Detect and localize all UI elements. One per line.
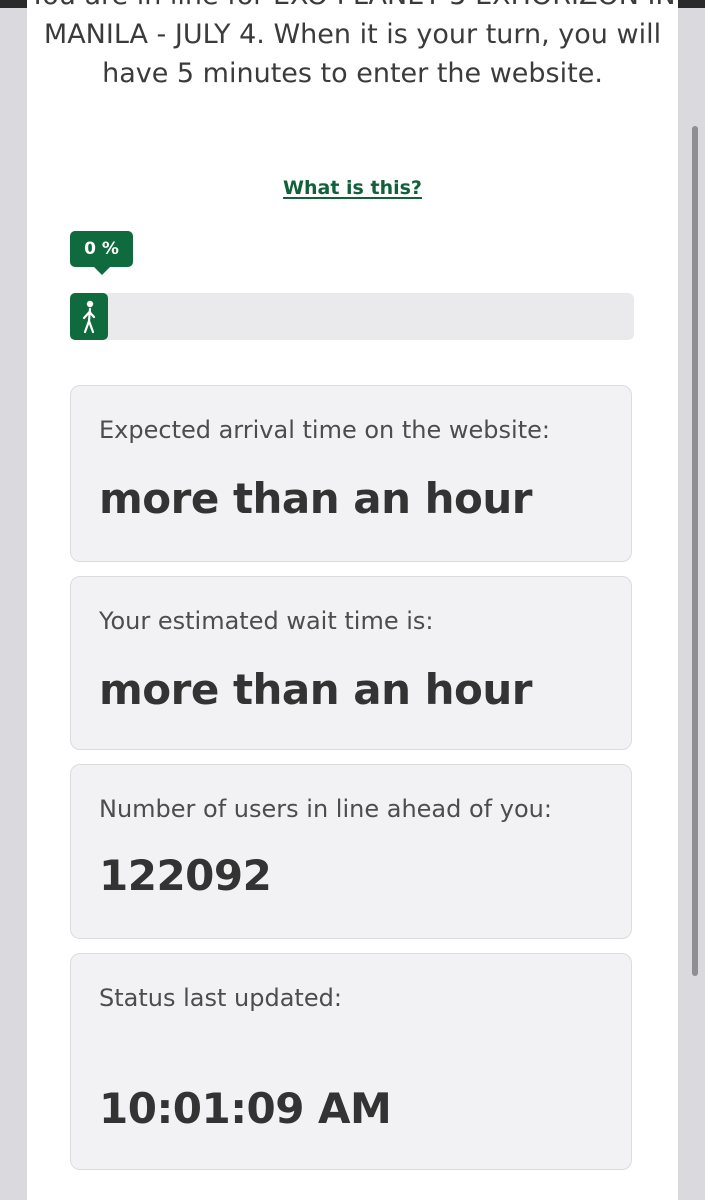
users-ahead-label: Number of users in line ahead of you: <box>99 795 552 823</box>
last-updated-value: 10:01:09 AM <box>99 1084 392 1133</box>
scrollbar[interactable] <box>692 126 698 976</box>
arrival-time-value: more than an hour <box>99 474 533 523</box>
walking-person-icon <box>82 300 96 334</box>
arrival-time-label: Expected arrival time on the website: <box>99 416 550 444</box>
queue-message: You are in line for EXO PLANET 5 EXHORIZ… <box>29 0 675 89</box>
wait-time-box: Your estimated wait time is: more than a… <box>70 576 632 750</box>
wait-time-value: more than an hour <box>99 665 533 714</box>
what-is-this-link[interactable]: What is this? <box>27 177 678 199</box>
users-ahead-box: Number of users in line ahead of you: 12… <box>70 764 632 939</box>
last-updated-box: Status last updated: 10:01:09 AM <box>70 953 632 1170</box>
users-ahead-value: 122092 <box>99 851 272 900</box>
queue-progress-bar <box>70 293 634 340</box>
arrival-time-box: Expected arrival time on the website: mo… <box>70 385 632 562</box>
progress-percent-badge: 0 % <box>70 231 133 275</box>
progress-fill <box>70 293 108 340</box>
last-updated-label: Status last updated: <box>99 984 342 1012</box>
wait-time-label: Your estimated wait time is: <box>99 607 434 635</box>
queue-page: You are in line for EXO PLANET 5 EXHORIZ… <box>27 0 678 1200</box>
